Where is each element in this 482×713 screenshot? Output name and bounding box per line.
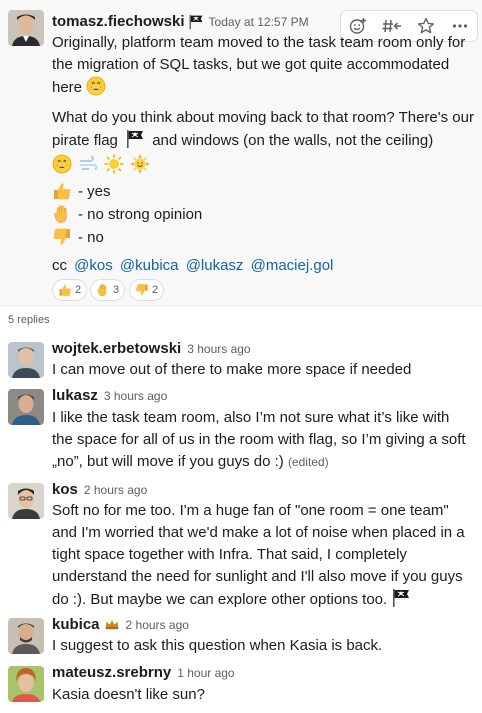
reaction-count: 3 bbox=[113, 284, 120, 296]
message-body: I suggest to ask this question when Kasi… bbox=[52, 637, 383, 654]
thumbs-up-icon bbox=[58, 283, 72, 297]
reply-message: wojtek.erbetowski 3 hours ago I can move … bbox=[0, 340, 482, 382]
reaction-raised-hand[interactable]: 3 bbox=[90, 279, 126, 301]
message-timestamp[interactable]: 3 hours ago bbox=[104, 389, 167, 403]
pirate-flag-icon bbox=[391, 588, 411, 608]
wind-blowing-icon bbox=[78, 154, 98, 174]
raised-hand-icon bbox=[96, 283, 110, 297]
sun-with-face-icon bbox=[130, 154, 150, 174]
replies-count: 5 replies bbox=[8, 314, 50, 326]
reaction-count: 2 bbox=[75, 284, 82, 296]
message-author[interactable]: mateusz.srebrny bbox=[52, 664, 171, 681]
edited-marker: (edited) bbox=[287, 455, 329, 469]
vote-option: - no bbox=[52, 227, 104, 247]
mention-link[interactable]: @kubica bbox=[120, 257, 179, 274]
replies-divider: 5 replies bbox=[0, 305, 482, 334]
sun-icon bbox=[104, 154, 124, 174]
thumbs-up-icon bbox=[52, 181, 72, 201]
mention-link[interactable]: @kos bbox=[74, 257, 113, 274]
reaction-thumbs-up[interactable]: 2 bbox=[52, 279, 88, 301]
avatar[interactable] bbox=[8, 10, 44, 46]
avatar[interactable] bbox=[8, 618, 44, 654]
message-body: Soft no for me too. I'm a huge fan of "o… bbox=[52, 502, 465, 608]
message-paragraph: What do you think about moving back to t… bbox=[52, 107, 477, 176]
pirate-flag-icon bbox=[188, 14, 204, 30]
reaction-thumbs-down[interactable]: 2 bbox=[129, 279, 165, 301]
crown-icon bbox=[104, 618, 120, 632]
mention-link[interactable]: @maciej.gol bbox=[251, 257, 334, 274]
message-timestamp[interactable]: 1 hour ago bbox=[177, 666, 234, 680]
avatar[interactable] bbox=[8, 483, 44, 519]
message-author[interactable]: wojtek.erbetowski bbox=[52, 340, 181, 357]
message-body: Originally, platform team moved to the t… bbox=[52, 32, 477, 176]
thumbs-down-icon bbox=[52, 227, 72, 247]
message-paragraph: Originally, platform team moved to the t… bbox=[52, 34, 466, 96]
message-author[interactable]: lukasz bbox=[52, 387, 98, 404]
message-body: Kasia doesn't like sun? bbox=[52, 686, 205, 703]
reply-message: lukasz 3 hours ago I like the task team r… bbox=[0, 387, 482, 477]
message-timestamp[interactable]: 3 hours ago bbox=[187, 342, 250, 356]
raised-hand-icon bbox=[52, 204, 72, 224]
reply-message: kubica 2 hours ago I suggest to ask this… bbox=[0, 616, 482, 660]
message-author[interactable]: tomasz.fiechowski bbox=[52, 13, 185, 30]
avatar[interactable] bbox=[8, 342, 44, 378]
avatar[interactable] bbox=[8, 666, 44, 702]
parent-message: tomasz.fiechowski Today at 12:57 PM Orig… bbox=[0, 0, 482, 305]
mention-link[interactable]: @lukasz bbox=[186, 257, 244, 274]
message-author[interactable]: kos bbox=[52, 481, 78, 498]
reply-message: mateusz.srebrny 1 hour ago Kasia doesn't … bbox=[0, 664, 482, 713]
message-body: I can move out of there to make more spa… bbox=[52, 361, 412, 378]
grinning-face-icon bbox=[86, 76, 106, 96]
message-timestamp[interactable]: 2 hours ago bbox=[84, 483, 147, 497]
message-timestamp[interactable]: Today at 12:57 PM bbox=[209, 15, 309, 29]
avatar[interactable] bbox=[8, 389, 44, 425]
message-author[interactable]: kubica bbox=[52, 616, 100, 633]
reply-message: kos 2 hours ago Soft no for me too. I'm a… bbox=[0, 481, 482, 613]
thumbs-down-icon bbox=[135, 283, 149, 297]
message-timestamp[interactable]: 2 hours ago bbox=[126, 618, 189, 632]
pirate-flag-icon bbox=[125, 129, 145, 149]
vote-option: - no strong opinion bbox=[52, 204, 202, 224]
reaction-count: 2 bbox=[152, 284, 159, 296]
vote-option: - yes bbox=[52, 181, 111, 201]
grinning-face-icon bbox=[52, 154, 72, 174]
message-body: I like the task team room, also I’m not … bbox=[52, 409, 466, 470]
cc-line: cc @kos @kubica @lukasz @maciej.gol bbox=[52, 257, 334, 274]
